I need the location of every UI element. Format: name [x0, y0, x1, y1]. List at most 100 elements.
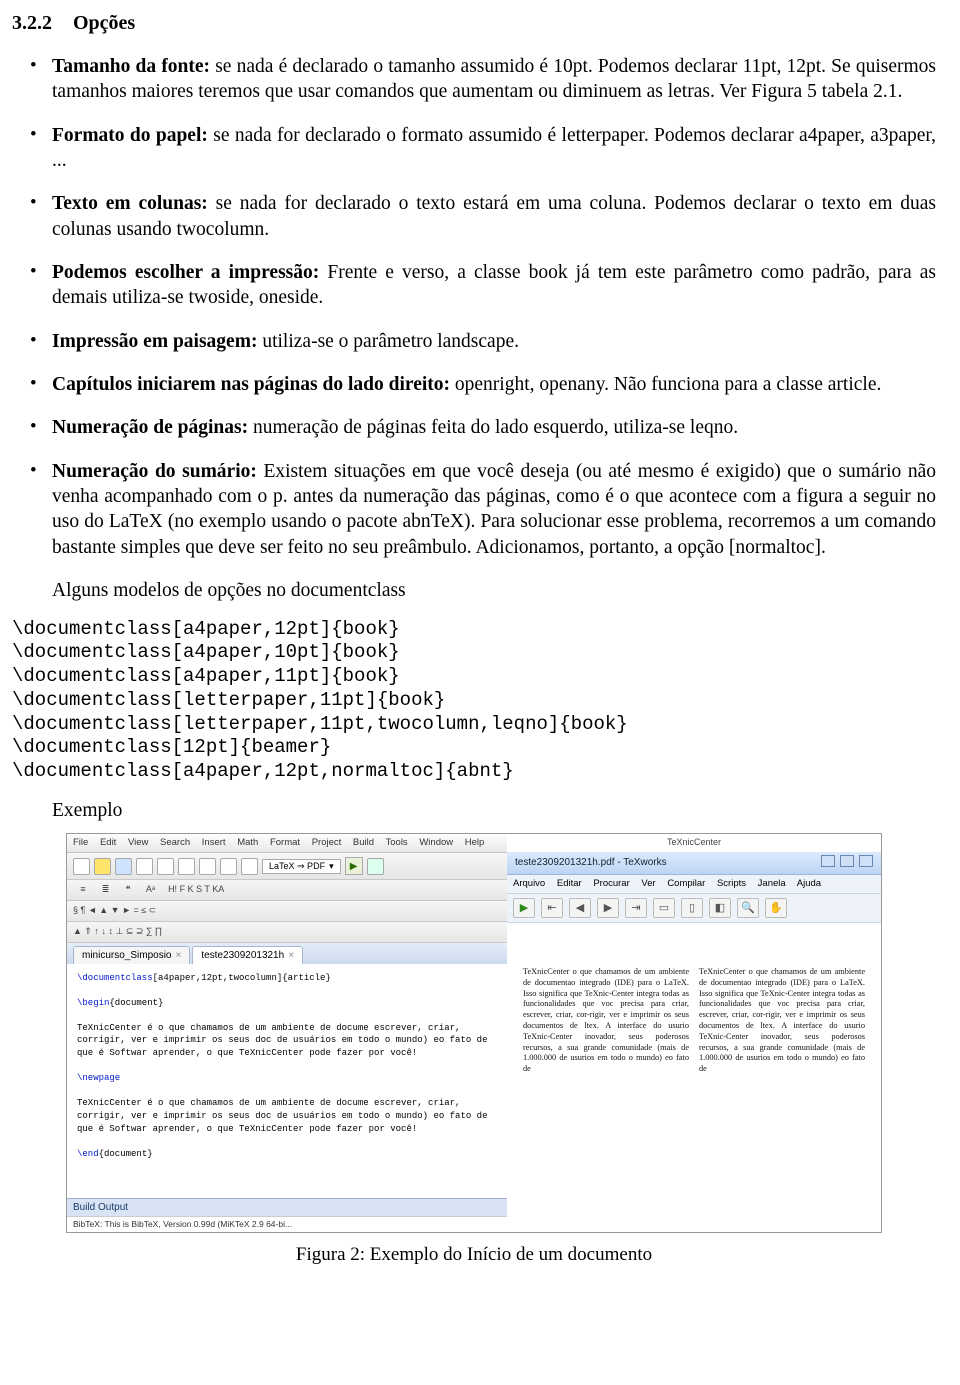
close-icon[interactable] [859, 855, 873, 867]
page-column: TeXnicCenter o que chamamos de um ambien… [523, 967, 689, 1195]
menu-item[interactable]: Build [353, 837, 374, 848]
build-output-header[interactable]: Build Output [67, 1198, 507, 1216]
list-icon[interactable]: ≣ [96, 884, 116, 896]
quote-icon[interactable]: ❝ [118, 884, 138, 896]
zoom-tool-icon[interactable]: 🔍 [737, 898, 759, 918]
editor-toolbar-row4: ▲ ⇑ ↑ ↓ ↕ ⊥ ⊆ ⊇ ∑ ∏ [67, 922, 507, 943]
editor-toolbar-row3: § ¶ ◄ ▲ ▼ ► = ≤ ⊂ [67, 901, 507, 922]
tab-item[interactable]: teste2309201321h × [192, 946, 303, 964]
build-button[interactable]: ▶ [345, 857, 363, 875]
menu-item[interactable]: Project [312, 837, 342, 848]
menu-item[interactable]: Search [160, 837, 190, 848]
editor-tabs: minicurso_Simposio × teste2309201321h × [67, 943, 507, 964]
editor-content[interactable]: \documentclass[a4paper,12pt,twocolumn]{a… [67, 964, 507, 1198]
list-item: Numeração do sumário: Existem situações … [52, 459, 936, 560]
list-item: Numeração de páginas: numeração de págin… [52, 415, 936, 440]
menu-item[interactable]: View [128, 837, 148, 848]
build-output-line: BibTeX: This is BibTeX, Version 0.99d (M… [67, 1216, 507, 1232]
view-output-icon[interactable] [367, 858, 384, 875]
screenshot-mock: File Edit View Search Insert Math Format… [66, 833, 882, 1232]
menu-item[interactable]: Edit [100, 837, 116, 848]
fit-width-icon[interactable]: ▭ [653, 898, 675, 918]
menu-item[interactable]: Janela [758, 878, 786, 889]
menu-item[interactable]: Ajuda [797, 878, 821, 889]
undo-icon[interactable] [220, 858, 237, 875]
figure: File Edit View Search Insert Math Format… [12, 833, 936, 1267]
copy-icon[interactable] [178, 858, 195, 875]
close-icon[interactable]: × [175, 949, 181, 962]
list-item: Capítulos iniciarem nas páginas do lado … [52, 372, 936, 397]
close-icon[interactable]: × [288, 949, 294, 962]
redo-icon[interactable] [241, 858, 258, 875]
list-icon[interactable]: ≡ [73, 884, 93, 896]
viewer-toolbar: ▶ ⇤ ◀ ▶ ⇥ ▭ ▯ ◧ 🔍 ✋ [507, 894, 881, 923]
section-title: Opções [73, 12, 135, 34]
page-column: TeXnicCenter o que chamamos de um ambien… [699, 967, 865, 1195]
menu-item[interactable]: Insert [202, 837, 226, 848]
item-text: numeração de páginas feita do lado esque… [253, 417, 738, 438]
code-block: \documentclass[a4paper,12pt]{book} \docu… [12, 618, 936, 784]
open-icon[interactable] [94, 858, 111, 875]
hand-tool-icon[interactable]: ✋ [765, 898, 787, 918]
item-label: Tamanho da fonte: [52, 56, 210, 77]
list-item: Impressão em paisagem: utiliza-se o parâ… [52, 329, 936, 354]
item-text: utiliza-se o parâmetro landscape. [262, 331, 519, 352]
first-page-icon[interactable]: ⇤ [541, 898, 563, 918]
superscript-icon[interactable]: Aᵃ [141, 884, 161, 896]
editor-toolbar-row2: ≡ ≣ ❝ Aᵃ H! F K S T KA [67, 880, 507, 901]
example-label: Exemplo [12, 798, 936, 823]
menu-item[interactable]: Window [419, 837, 453, 848]
save-icon[interactable] [115, 858, 132, 875]
item-label: Numeração de páginas: [52, 417, 248, 438]
actual-size-icon[interactable]: ◧ [709, 898, 731, 918]
section-heading: 3.2.2 Opções [12, 10, 936, 36]
item-label: Capítulos iniciarem nas páginas do lado … [52, 374, 450, 395]
viewer-app-label: TeXnicCenter [507, 834, 881, 852]
menu-item[interactable]: Tools [386, 837, 408, 848]
viewer-titlebar: teste2309201321h.pdf - TeXworks [507, 852, 881, 875]
cut-icon[interactable] [157, 858, 174, 875]
item-text: openright, openany. Não funciona para a … [455, 374, 881, 395]
menu-item[interactable]: Arquivo [513, 878, 545, 889]
menu-item[interactable]: Editar [557, 878, 582, 889]
typeset-button[interactable]: ▶ [513, 898, 535, 918]
menu-item[interactable]: Help [465, 837, 485, 848]
viewer-page: TeXnicCenter o que chamamos de um ambien… [507, 923, 881, 1203]
viewer-pane: TeXnicCenter teste2309201321h.pdf - TeXw… [507, 834, 881, 1231]
item-label: Numeração do sumário: [52, 461, 257, 482]
paste-icon[interactable] [199, 858, 216, 875]
list-item: Formato do papel: se nada for declarado … [52, 123, 936, 174]
menu-item[interactable]: Math [237, 837, 258, 848]
next-page-icon[interactable]: ▶ [597, 898, 619, 918]
new-file-icon[interactable] [73, 858, 90, 875]
menu-item[interactable]: Format [270, 837, 300, 848]
fit-page-icon[interactable]: ▯ [681, 898, 703, 918]
after-list-paragraph: Alguns modelos de opções no documentclas… [12, 578, 936, 603]
item-label: Impressão em paisagem: [52, 331, 257, 352]
viewer-title: teste2309201321h.pdf - TeXworks [515, 856, 667, 869]
editor-pane: File Edit View Search Insert Math Format… [67, 834, 507, 1231]
maximize-icon[interactable] [840, 855, 854, 867]
list-item: Podemos escolher a impressão: Frente e v… [52, 260, 936, 311]
editor-menubar: File Edit View Search Insert Math Format… [67, 834, 507, 853]
item-label: Formato do papel: [52, 125, 208, 146]
tab-label: teste2309201321h [201, 949, 284, 962]
save-all-icon[interactable] [136, 858, 153, 875]
viewer-menubar: Arquivo Editar Procurar Ver Compilar Scr… [507, 875, 881, 894]
options-list: Tamanho da fonte: se nada é declarado o … [12, 54, 936, 560]
profile-dropdown[interactable]: LaTeX ⇒ PDF ▾ [262, 859, 341, 875]
menu-item[interactable]: Scripts [717, 878, 746, 889]
prev-page-icon[interactable]: ◀ [569, 898, 591, 918]
figure-caption: Figura 2: Exemplo do Início de um docume… [12, 1243, 936, 1268]
list-item: Texto em colunas: se nada for declarado … [52, 191, 936, 242]
last-page-icon[interactable]: ⇥ [625, 898, 647, 918]
menu-item[interactable]: Procurar [593, 878, 629, 889]
tab-item[interactable]: minicurso_Simposio × [73, 946, 190, 964]
menu-item[interactable]: File [73, 837, 88, 848]
menu-item[interactable]: Ver [641, 878, 655, 889]
section-number: 3.2.2 [12, 12, 52, 34]
symbol-row-right: ▲ ⇑ ↑ ↓ ↕ ⊥ ⊆ ⊇ ∑ ∏ [73, 926, 162, 936]
menu-item[interactable]: Compilar [667, 878, 705, 889]
minimize-icon[interactable] [821, 855, 835, 867]
tab-label: minicurso_Simposio [82, 949, 171, 962]
